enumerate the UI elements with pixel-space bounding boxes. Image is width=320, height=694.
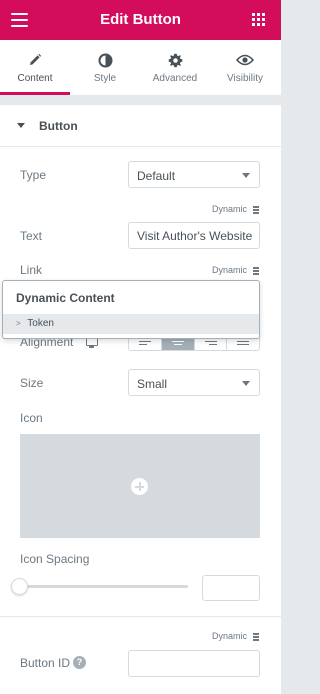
type-select[interactable]: Default — [128, 161, 260, 188]
link-label: Link — [20, 263, 43, 277]
token-label: Token — [27, 318, 54, 329]
section-title: Button — [39, 119, 78, 133]
tab-visibility[interactable]: Visibility — [210, 40, 280, 95]
tabs-separator — [0, 95, 281, 105]
tab-style-label: Style — [93, 73, 117, 84]
chevron-down-icon — [242, 381, 250, 386]
size-label: Size — [20, 376, 44, 390]
icon-spacing-slider-handle[interactable] — [11, 578, 28, 595]
gear-icon — [168, 53, 182, 67]
button-id-dynamic-label: Dynamic — [211, 631, 247, 641]
button-id-label: Button ID — [20, 656, 71, 670]
tab-visibility-label: Visibility — [227, 73, 263, 84]
icon-label: Icon — [20, 411, 43, 425]
type-label: Type — [20, 168, 47, 182]
icon-spacing-input[interactable] — [202, 575, 260, 601]
tab-advanced[interactable]: Advanced — [140, 40, 210, 95]
panel-header: Edit Button — [0, 0, 281, 40]
dynamic-content-popup: Dynamic Content > Token — [2, 280, 260, 339]
tab-content[interactable]: Content — [0, 40, 70, 95]
database-icon — [253, 205, 259, 214]
plus-icon — [131, 478, 148, 495]
grid-icon[interactable] — [252, 13, 265, 26]
icon-spacing-slider-track[interactable] — [20, 585, 188, 588]
tab-content-label: Content — [17, 73, 53, 84]
editor-panel: Edit Button Content Style Advanced Visib… — [0, 0, 281, 694]
link-dynamic-tag[interactable]: Dynamic — [212, 265, 259, 275]
icon-spacing-label: Icon Spacing — [20, 552, 90, 566]
database-icon — [253, 266, 259, 275]
text-label: Text — [20, 229, 43, 243]
icon-picker[interactable] — [20, 434, 260, 538]
button-id-input[interactable] — [128, 650, 260, 677]
panel-title: Edit Button — [100, 11, 181, 28]
panel-tabs: Content Style Advanced Visibility — [0, 40, 281, 95]
token-option[interactable]: > Token — [3, 314, 259, 334]
text-dynamic-label: Dynamic — [211, 204, 247, 214]
section-header-button[interactable]: Button — [0, 105, 281, 147]
size-select[interactable]: Small — [128, 369, 260, 396]
section-divider — [0, 616, 281, 617]
half-circle-icon — [98, 53, 112, 67]
tab-advanced-label: Advanced — [152, 73, 198, 84]
popup-title: Dynamic Content — [16, 291, 115, 305]
pencil-icon — [30, 53, 42, 65]
link-dynamic-label: Dynamic — [211, 265, 247, 275]
eye-icon — [236, 54, 254, 66]
question-circle-icon[interactable]: ? — [73, 656, 86, 669]
text-input[interactable]: Visit Author's Website — [128, 222, 260, 249]
database-icon — [253, 632, 259, 641]
chevron-right-icon: > — [16, 319, 21, 328]
size-select-value: Small — [137, 377, 168, 391]
caret-down-icon — [17, 123, 25, 128]
button-id-dynamic-tag[interactable]: Dynamic — [212, 631, 259, 641]
type-select-value: Default — [137, 169, 176, 183]
chevron-down-icon — [242, 173, 250, 178]
tab-style[interactable]: Style — [70, 40, 140, 95]
text-dynamic-tag[interactable]: Dynamic — [212, 204, 259, 214]
panel-scrollbar[interactable] — [281, 96, 286, 694]
